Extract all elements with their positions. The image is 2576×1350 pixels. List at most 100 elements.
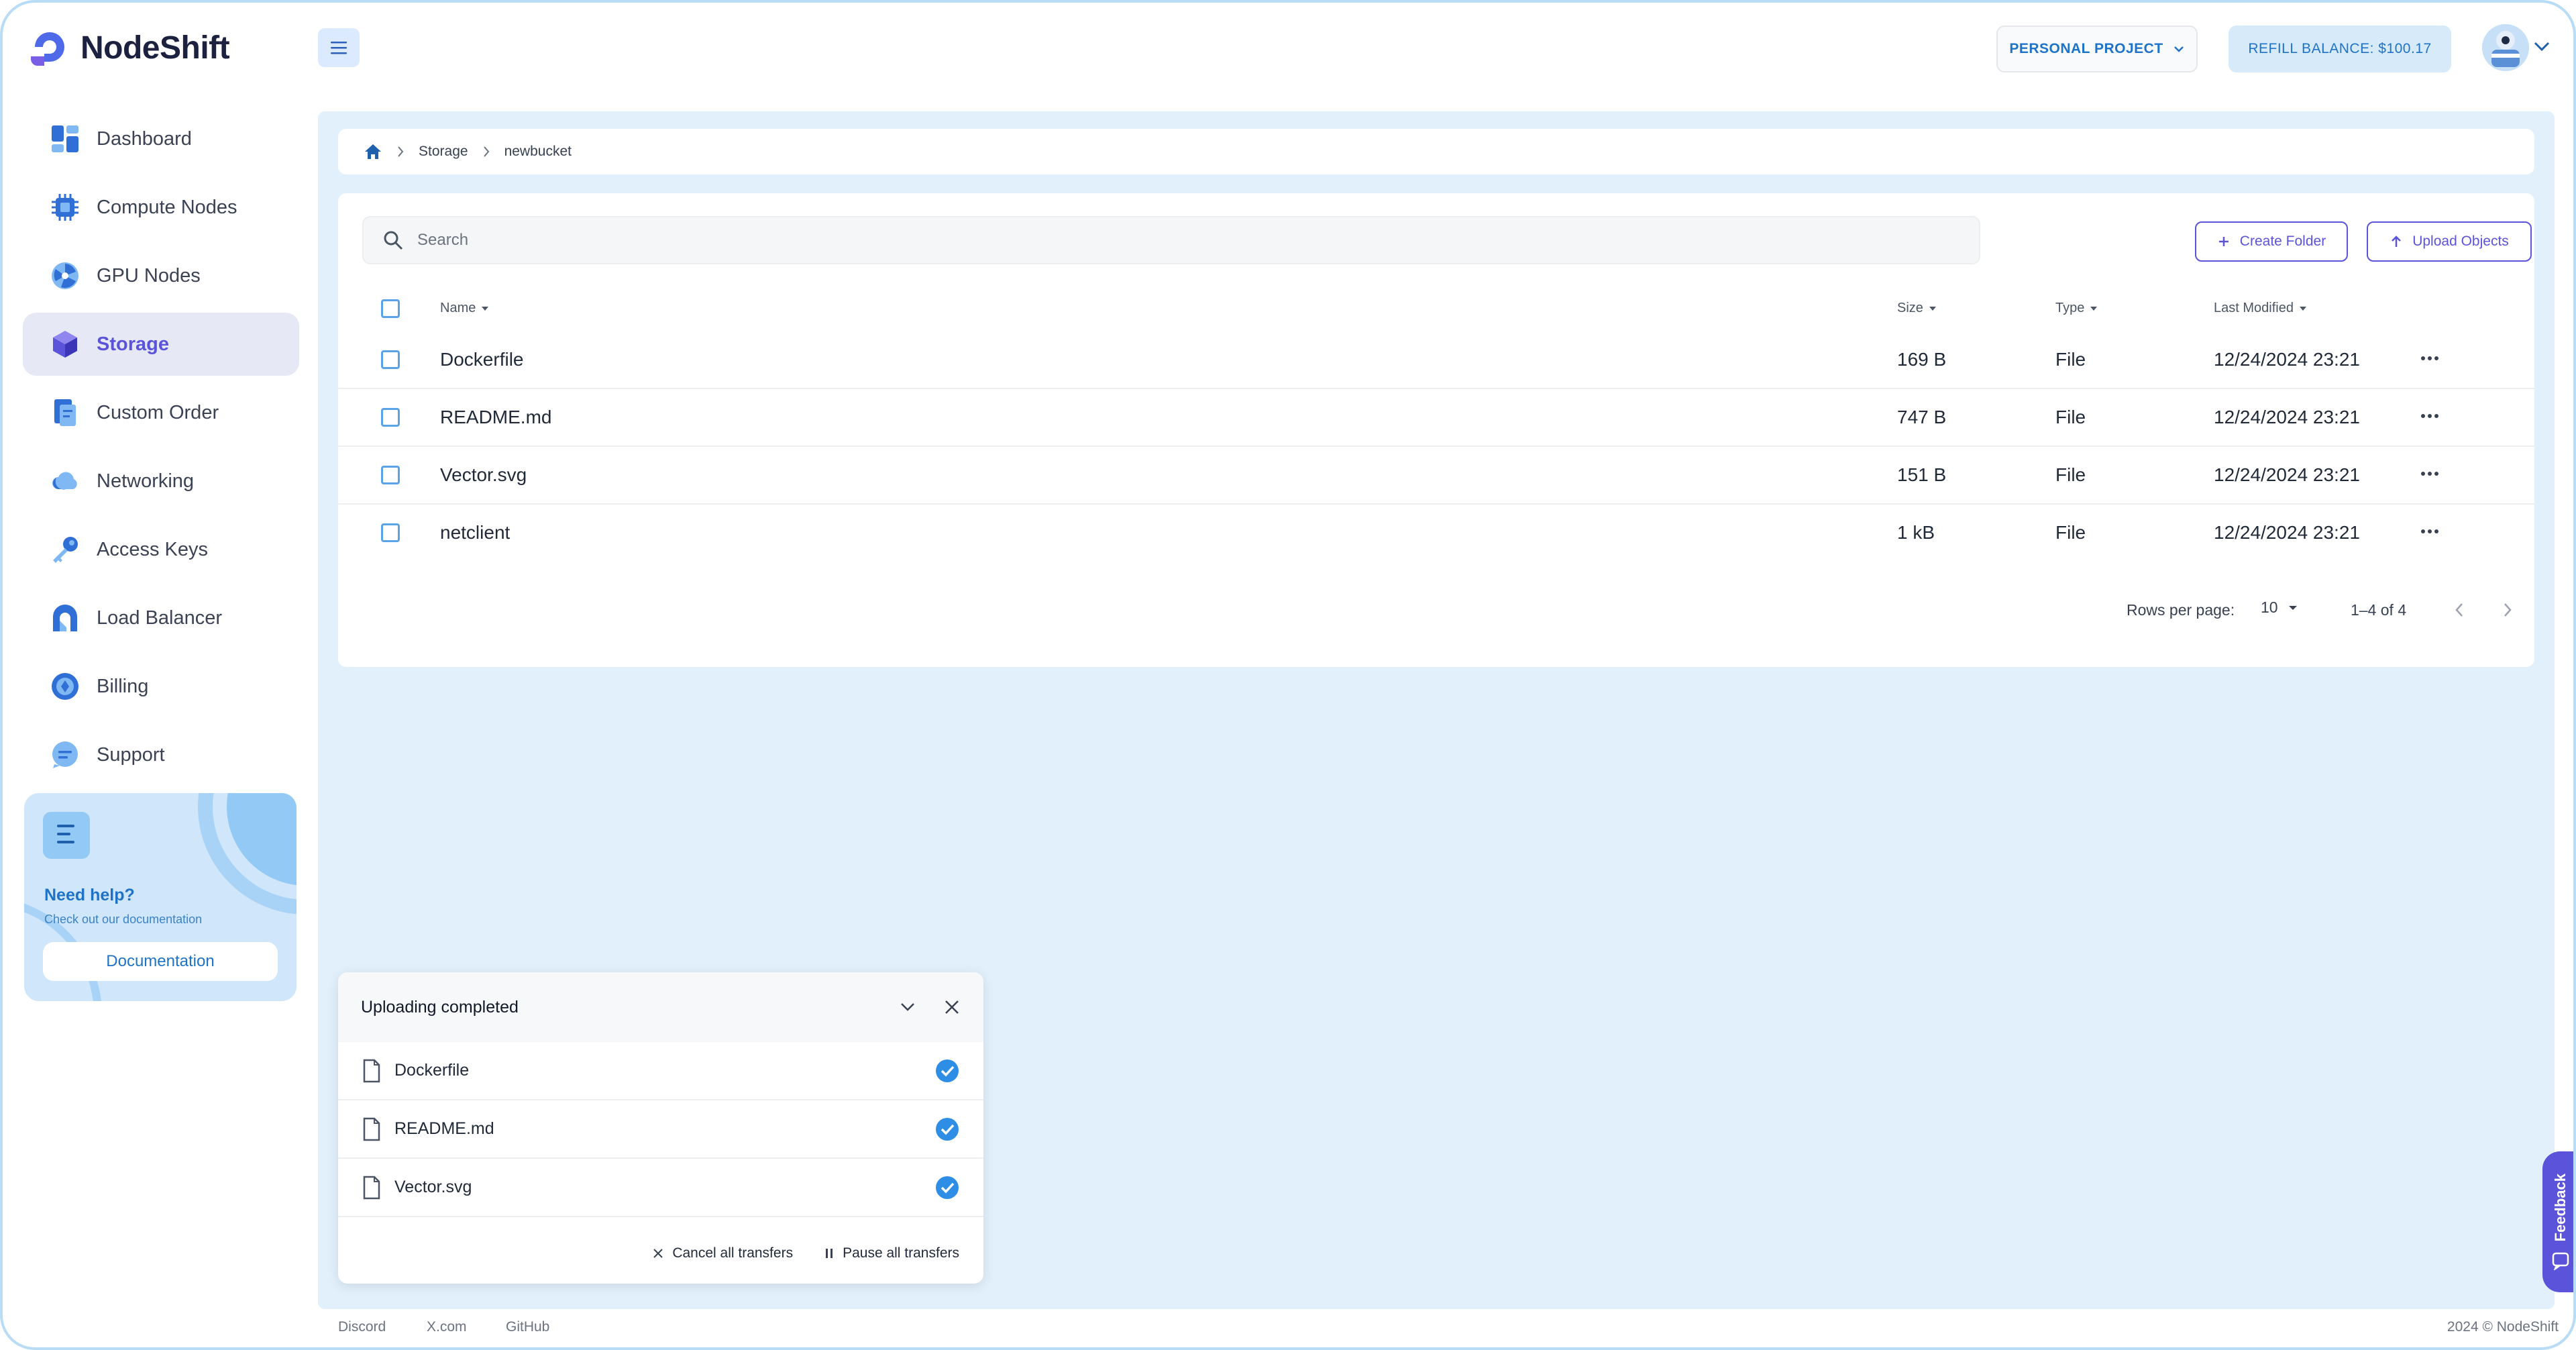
upload-file-name: README.md — [394, 1119, 494, 1138]
column-type-label: Type — [2055, 301, 2085, 315]
chevron-right-icon — [398, 146, 404, 157]
page-range: 1–4 of 4 — [2351, 601, 2407, 619]
column-name[interactable]: Name — [440, 301, 489, 316]
chevron-down-icon — [2174, 46, 2184, 52]
pagination: Rows per page: 10 1–4 of 4 — [338, 593, 2534, 627]
cancel-all-transfers-button[interactable]: Cancel all transfers — [652, 1245, 793, 1261]
brand-logo[interactable]: NodeShift — [28, 24, 230, 71]
upload-panel-footer: Cancel all transfers Pause all transfers — [338, 1223, 983, 1284]
feedback-chat-icon — [2552, 1252, 2569, 1270]
upload-file-name: Dockerfile — [394, 1061, 470, 1080]
column-size[interactable]: Size — [1897, 301, 1937, 316]
column-type[interactable]: Type — [2055, 301, 2098, 316]
row-name[interactable]: Dockerfile — [440, 349, 523, 370]
sidebar-item-billing[interactable]: Billing — [23, 655, 299, 718]
rows-per-page-select[interactable]: 10 — [2261, 599, 2298, 617]
column-last-modified[interactable]: Last Modified — [2214, 301, 2307, 316]
upload-arrow-icon — [2392, 236, 2402, 247]
project-selector[interactable]: PERSONAL PROJECT — [1996, 25, 2198, 72]
support-chat-icon — [50, 739, 80, 770]
check-circle-icon — [936, 1117, 959, 1141]
table-row[interactable]: README.md 747 B File 12/24/2024 23:21 — [338, 389, 2534, 447]
project-label: PERSONAL PROJECT — [2009, 41, 2163, 56]
row-checkbox[interactable] — [381, 466, 400, 484]
sidebar-item-networking[interactable]: Networking — [23, 450, 299, 513]
row-checkbox[interactable] — [381, 523, 400, 542]
gpu-fan-icon — [50, 260, 80, 291]
table-row[interactable]: Dockerfile 169 B File 12/24/2024 23:21 — [338, 331, 2534, 389]
feedback-label: Feedback — [2552, 1174, 2569, 1242]
close-icon — [653, 1249, 663, 1258]
pause-all-transfers-button[interactable]: Pause all transfers — [824, 1245, 959, 1261]
row-checkbox[interactable] — [381, 350, 400, 369]
footer-copyright: 2024 © NodeShift — [2447, 1319, 2559, 1335]
upload-file-name: Vector.svg — [394, 1178, 472, 1196]
rows-per-page-label: Rows per page: — [2127, 601, 2235, 619]
cancel-all-label: Cancel all transfers — [672, 1245, 794, 1261]
feedback-tab[interactable]: Feedback — [2542, 1151, 2573, 1292]
sidebar-item-storage[interactable]: Storage — [23, 313, 299, 376]
sidebar-item-label: Compute Nodes — [97, 196, 237, 218]
chevron-right-icon — [483, 146, 489, 157]
sidebar-item-label: Dashboard — [97, 127, 192, 150]
more-options-icon[interactable] — [2418, 346, 2442, 370]
row-name[interactable]: Vector.svg — [440, 464, 527, 486]
sort-caret-icon — [482, 306, 489, 311]
chevron-left-icon[interactable] — [2453, 601, 2466, 619]
select-all-checkbox[interactable] — [381, 299, 400, 318]
chevron-down-icon[interactable] — [2533, 40, 2551, 52]
row-checkbox[interactable] — [381, 408, 400, 427]
refill-balance-button[interactable]: REFILL BALANCE: $100.17 — [2229, 25, 2451, 72]
sidebar-item-gpu-nodes[interactable]: GPU Nodes — [23, 244, 299, 307]
sidebar-item-label: GPU Nodes — [97, 264, 201, 287]
more-options-icon[interactable] — [2418, 404, 2442, 428]
upload-objects-button[interactable]: Upload Objects — [2367, 221, 2532, 262]
footer-link-github[interactable]: GitHub — [506, 1319, 549, 1335]
footer-link-x[interactable]: X.com — [427, 1319, 467, 1335]
row-modified: 12/24/2024 23:21 — [2214, 522, 2360, 543]
documentation-button[interactable]: Documentation — [43, 942, 278, 981]
close-icon[interactable] — [943, 998, 961, 1016]
breadcrumb-storage[interactable]: Storage — [419, 144, 468, 160]
search-input[interactable] — [417, 231, 1759, 250]
table-row[interactable]: Vector.svg 151 B File 12/24/2024 23:21 — [338, 447, 2534, 505]
key-icon — [50, 534, 80, 565]
sidebar-item-label: Storage — [97, 333, 169, 355]
sidebar-item-access-keys[interactable]: Access Keys — [23, 518, 299, 581]
upload-panel-header: Uploading completed — [338, 972, 983, 1042]
row-modified: 12/24/2024 23:21 — [2214, 407, 2360, 427]
row-size: 1 kB — [1897, 522, 1935, 543]
sidebar-item-support[interactable]: Support — [23, 723, 299, 786]
chevron-down-icon[interactable] — [899, 1001, 916, 1013]
column-modified-label: Last Modified — [2214, 301, 2294, 315]
create-folder-button[interactable]: Create Folder — [2195, 221, 2348, 262]
more-options-icon[interactable] — [2418, 519, 2442, 543]
sidebar-item-dashboard[interactable]: Dashboard — [23, 107, 299, 170]
table-header: Name Size Type Last Modified — [338, 289, 2534, 329]
sidebar-item-label: Access Keys — [97, 538, 208, 560]
help-title: Need help? — [44, 886, 135, 904]
search-bar[interactable] — [362, 216, 1980, 264]
row-size: 747 B — [1897, 407, 1947, 427]
sidebar-item-custom-order[interactable]: Custom Order — [23, 381, 299, 444]
avatar[interactable] — [2482, 24, 2529, 71]
search-icon — [384, 231, 403, 250]
row-name[interactable]: netclient — [440, 522, 510, 543]
custom-order-icon — [50, 397, 80, 428]
column-size-label: Size — [1897, 301, 1923, 315]
document-icon — [43, 812, 90, 859]
storage-cube-icon — [50, 329, 80, 360]
home-icon[interactable] — [364, 143, 382, 160]
sidebar-item-load-balancer[interactable]: Load Balancer — [23, 586, 299, 650]
chevron-right-icon[interactable] — [2501, 601, 2514, 619]
nodeshift-logo-icon — [31, 32, 64, 66]
footer-link-discord[interactable]: Discord — [338, 1319, 386, 1335]
menu-toggle-button[interactable] — [318, 28, 360, 67]
table-row[interactable]: netclient 1 kB File 12/24/2024 23:21 — [338, 505, 2534, 562]
more-options-icon[interactable] — [2418, 462, 2442, 486]
sort-caret-icon — [1929, 306, 1936, 311]
sidebar-item-compute-nodes[interactable]: Compute Nodes — [23, 176, 299, 239]
row-modified: 12/24/2024 23:21 — [2214, 349, 2360, 370]
check-circle-icon — [936, 1176, 959, 1199]
row-name[interactable]: README.md — [440, 407, 551, 428]
